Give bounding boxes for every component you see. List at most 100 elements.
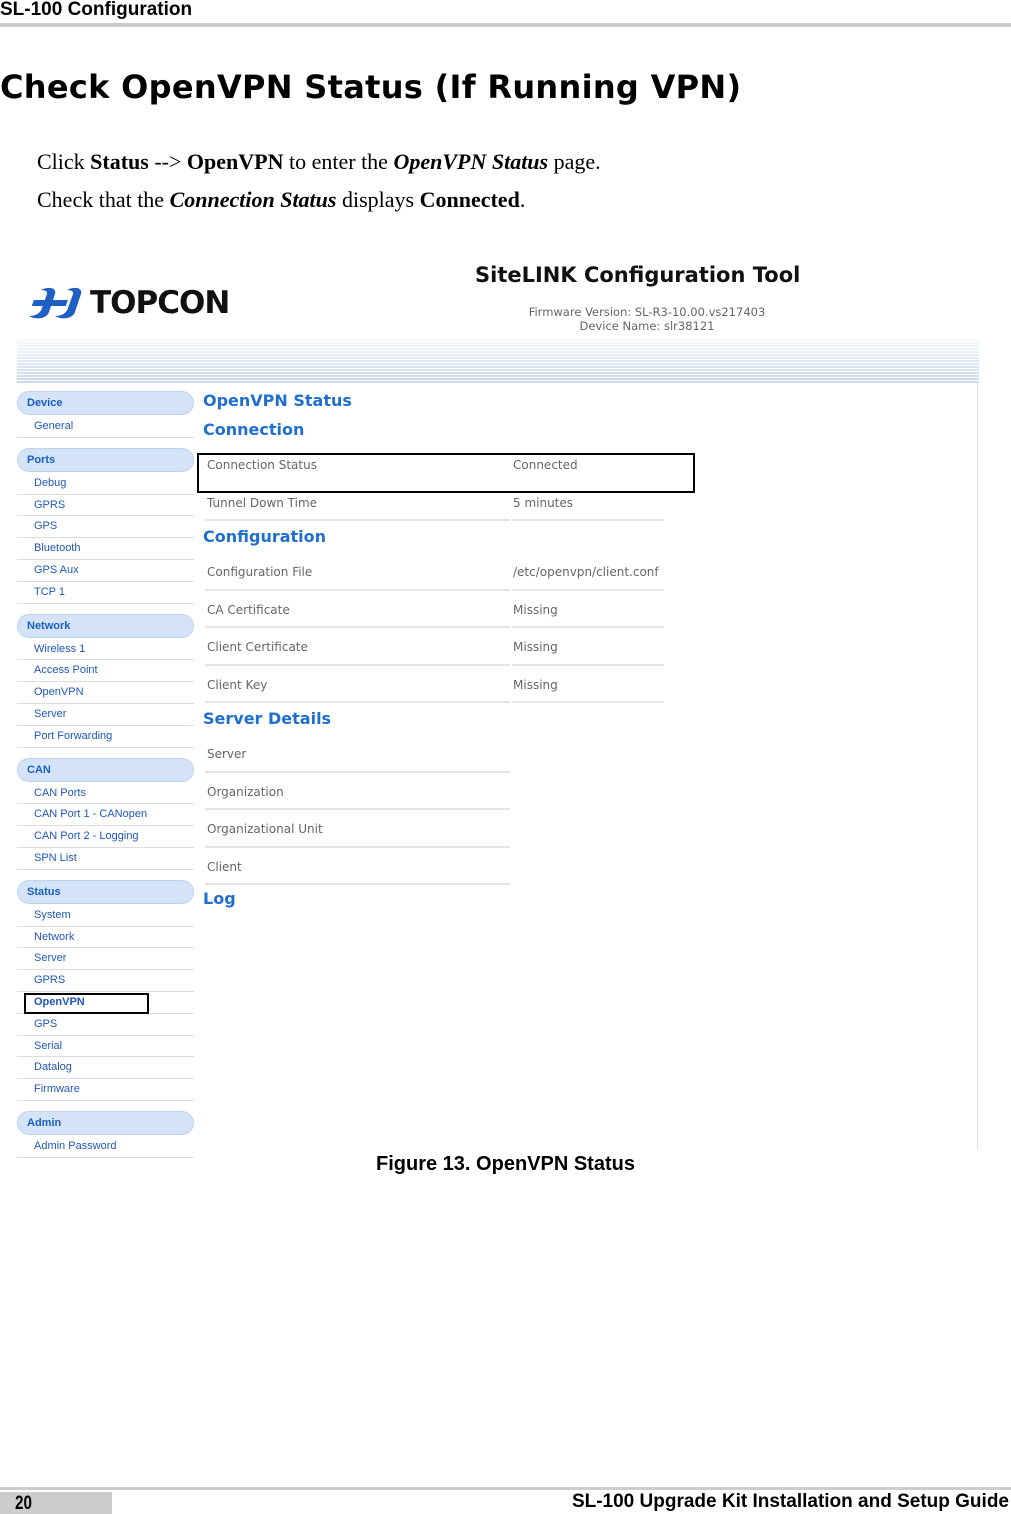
row-value: Missing <box>513 640 558 654</box>
nav-group-status: Status System Network Server GPRS OpenVPN GPS S… <box>17 879 194 1101</box>
row-value: Missing <box>513 602 558 617</box>
sidebar-item-can-port-2-logging[interactable]: CAN Port 2 - Logging <box>17 826 194 848</box>
bold-connected: Connected <box>419 187 520 212</box>
row-value: Missing <box>513 677 558 692</box>
sidebar-item-debug[interactable]: Debug <box>17 473 194 495</box>
sidebar-item-system[interactable]: System <box>17 905 194 927</box>
device-name: Device Name: slr38121 <box>579 319 715 333</box>
nav-group-header-device[interactable]: Device <box>17 391 194 415</box>
text: to enter the <box>283 149 394 174</box>
footer-rule <box>0 1487 1011 1490</box>
text: Check that the <box>37 187 170 212</box>
text: Click <box>37 149 91 174</box>
sidebar-item-firmware[interactable]: Firmware <box>17 1079 194 1101</box>
row-label: Organizational Unit <box>207 822 323 836</box>
status-row-organizational-unit: Organizational Unit <box>203 810 703 848</box>
sidebar-item-gps[interactable]: GPS <box>17 1014 194 1036</box>
row-value: 5 minutes <box>513 495 574 510</box>
row-divider <box>512 701 664 703</box>
bold-italic-field-name: Connection Status <box>169 187 337 212</box>
row-divider <box>205 883 510 885</box>
row-divider <box>205 701 510 703</box>
status-row-organization: Organization <box>203 773 703 810</box>
sidebar-item-tcp-1[interactable]: TCP 1 <box>17 582 194 604</box>
nav-group-can: CAN CAN Ports CAN Port 1 - CANopen CAN Port… <box>17 757 194 870</box>
status-row-client: Client <box>203 848 703 885</box>
text: --> <box>148 149 187 174</box>
nav-group-header-network[interactable]: Network <box>17 613 194 638</box>
sidebar-item-gprs[interactable]: GPRS <box>17 970 194 992</box>
running-header: SL-100 Configuration <box>0 0 193 20</box>
sidebar-item-openvpn[interactable]: OpenVPN <box>17 992 194 1014</box>
page-title: OpenVPN Status <box>203 391 352 410</box>
section-heading-connection: Connection <box>203 420 305 439</box>
status-row-client-key: Client Key Missing <box>203 666 703 703</box>
bold-status: Status <box>90 149 149 174</box>
sidebar-item-access-point[interactable]: Access Point <box>17 660 194 683</box>
nav-group-ports: Ports Debug GPRS GPS Bluetooth GPS Aux TCP 1 <box>17 447 194 604</box>
status-row-client-certificate: Client Certificate Missing <box>203 628 703 666</box>
page-number: 20 <box>15 1493 32 1514</box>
row-label: Server <box>207 747 247 761</box>
topcon-logo-text: TOPCON <box>90 285 230 321</box>
bold-openvpn: OpenVPN <box>186 149 284 174</box>
section-heading-server-details: Server Details <box>203 709 332 728</box>
bold-italic-page-name: OpenVPN Status <box>393 149 549 174</box>
sidebar-item-serial[interactable]: Serial <box>17 1036 194 1058</box>
server-details-table: Server Organization Organizational Unit Cli… <box>203 735 703 885</box>
sidebar-item-can-ports[interactable]: CAN Ports <box>17 783 194 805</box>
row-value: /etc/openvpn/client.conf <box>513 565 659 579</box>
nav-group-network: Network Wireless 1 Access Point OpenVPN Serv… <box>17 613 194 748</box>
nav-group-header-ports[interactable]: Ports <box>17 447 194 472</box>
row-label: Organization <box>207 784 284 799</box>
row-label: Client Certificate <box>207 640 308 654</box>
app-title: SiteLINK Configuration Tool <box>475 263 801 287</box>
row-divider <box>205 519 510 521</box>
nav-group-header-status[interactable]: Status <box>17 879 194 904</box>
row-label: Client <box>207 859 242 874</box>
topcon-logo-icon <box>29 287 82 319</box>
connection-status-callout <box>197 453 695 493</box>
sidebar-item-gps-aux[interactable]: GPS Aux <box>17 560 194 582</box>
footer-title: SL-100 Upgrade Kit Installation and Setu… <box>571 1491 1009 1512</box>
configuration-table: Configuration File/etc/openvpn/client.co… <box>203 553 703 703</box>
row-label: Client Key <box>207 677 268 692</box>
nav-group-admin: Admin Admin Password <box>17 1110 194 1158</box>
sidebar-item-general[interactable]: General <box>17 416 194 438</box>
sidebar-item-bluetooth[interactable]: Bluetooth <box>17 538 194 560</box>
firmware-version: Firmware Version: SL-R3-10.00.vs217403 <box>528 305 766 319</box>
figure-caption: Figure 13. OpenVPN Status <box>376 1153 635 1175</box>
sidebar-item-server[interactable]: Server <box>17 948 194 971</box>
text: page. <box>548 149 601 174</box>
instruction-paragraph-1: Click Status --> OpenVPN to enter the Op… <box>37 150 601 174</box>
status-row-configuration-file: Configuration File/etc/openvpn/client.co… <box>203 553 703 591</box>
screenshot-figure: TOPCON SiteLINK Configuration Tool Firmw… <box>17 255 979 1158</box>
sidebar-item-gps[interactable]: GPS <box>17 516 194 539</box>
status-row-ca-certificate: CA Certificate Missing <box>203 591 703 628</box>
text: . <box>519 187 526 212</box>
section-heading-log: Log <box>203 889 236 908</box>
nav-group-header-admin[interactable]: Admin <box>17 1110 194 1135</box>
row-label: CA Certificate <box>207 602 290 617</box>
row-label: Configuration File <box>207 565 313 579</box>
nav-group-header-can[interactable]: CAN <box>17 757 194 782</box>
device-info: Firmware Version: SL-R3-10.00.vs217403 D… <box>477 305 817 333</box>
sidebar-nav: Device General Ports Debug GPRS GPS Bluetooth G… <box>17 391 194 1168</box>
header-stripes <box>17 338 979 383</box>
sidebar-item-port-forwarding[interactable]: Port Forwarding <box>17 726 194 748</box>
nav-group-device: Device General <box>17 391 194 438</box>
sidebar-item-server[interactable]: Server <box>17 704 194 726</box>
row-label: Tunnel Down Time <box>207 495 318 510</box>
row-divider <box>512 519 664 521</box>
sidebar-item-datalog[interactable]: Datalog <box>17 1057 194 1080</box>
sidebar-item-network[interactable]: Network <box>17 927 194 949</box>
status-row-server: Server <box>203 735 703 773</box>
content-border <box>977 383 978 1150</box>
openvpn-status-content: OpenVPN Status Connection Connection Sta… <box>197 390 703 915</box>
sidebar-item-gprs[interactable]: GPRS <box>17 495 194 517</box>
sidebar-item-openvpn[interactable]: OpenVPN <box>17 682 194 704</box>
header-rule <box>0 23 1011 27</box>
sidebar-item-can-port-1-canopen[interactable]: CAN Port 1 - CANopen <box>17 804 194 827</box>
sidebar-item-spn-list[interactable]: SPN List <box>17 848 194 870</box>
sidebar-item-wireless-1[interactable]: Wireless 1 <box>17 639 194 661</box>
